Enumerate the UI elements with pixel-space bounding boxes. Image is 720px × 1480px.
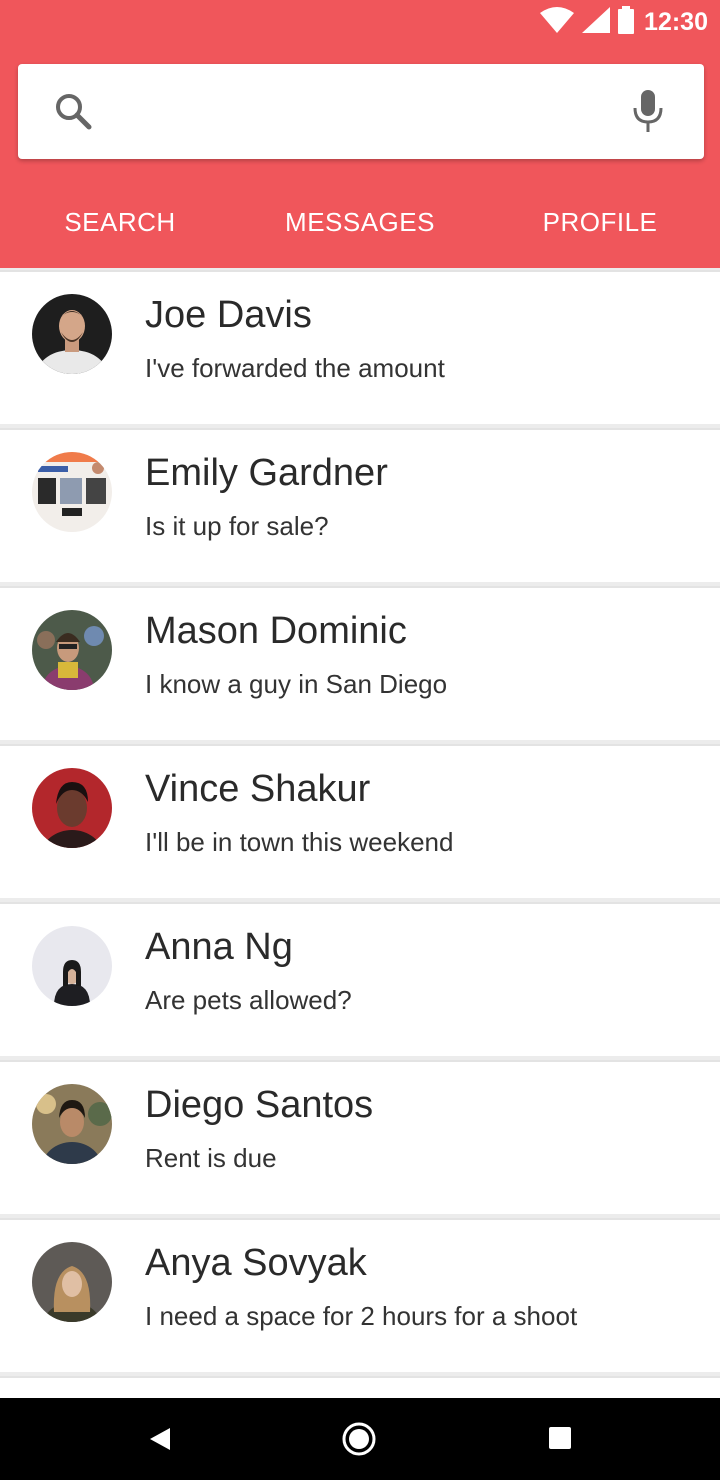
avatar	[32, 610, 112, 690]
contact-name: Vince Shakur	[145, 768, 371, 810]
cellular-signal-icon	[582, 6, 611, 38]
tab-search[interactable]: SEARCH	[0, 190, 240, 254]
tab-bar: SEARCH MESSAGES PROFILE	[0, 190, 720, 254]
contact-name: Anna Ng	[145, 926, 293, 968]
contact-name: Mason Dominic	[145, 610, 407, 652]
contact-name: Diego Santos	[145, 1084, 374, 1126]
search-icon[interactable]	[54, 92, 94, 132]
message-preview: I've forwarded the amount	[145, 353, 445, 383]
conversation-item[interactable]: Mason Dominic I know a guy in San Diego	[0, 586, 720, 740]
mic-icon[interactable]	[630, 88, 666, 134]
conversation-item[interactable]: Anya Sovyak I need a space for 2 hours f…	[0, 1218, 720, 1372]
list-item[interactable]	[0, 1376, 720, 1396]
avatar	[32, 768, 112, 848]
message-preview: I'll be in town this weekend	[145, 827, 454, 857]
avatar	[32, 1242, 112, 1322]
contact-name: Emily Gardner	[145, 452, 388, 494]
wifi-icon	[540, 6, 575, 38]
tab-messages[interactable]: MESSAGES	[240, 190, 480, 254]
avatar	[32, 1084, 112, 1164]
contact-name: Joe Davis	[145, 294, 312, 336]
status-time: 12:30	[644, 7, 708, 36]
avatar	[32, 294, 112, 374]
avatar	[32, 926, 112, 1006]
battery-icon	[618, 5, 635, 39]
app-bar: 12:30 SEARCH MESSAGES PROFILE	[0, 0, 720, 268]
conversation-item[interactable]: Vince Shakur I'll be in town this weeken…	[0, 744, 720, 898]
message-preview: Is it up for sale?	[145, 511, 329, 541]
message-preview: I need a space for 2 hours for a shoot	[145, 1301, 578, 1331]
recents-icon[interactable]	[548, 1426, 572, 1455]
message-preview: I know a guy in San Diego	[145, 669, 448, 699]
conversation-list[interactable]: Joe Davis I've forwarded the amount Emil…	[0, 268, 720, 1396]
tab-profile[interactable]: PROFILE	[480, 190, 720, 254]
message-preview: Are pets allowed?	[145, 985, 352, 1015]
conversation-item[interactable]: Emily Gardner Is it up for sale?	[0, 428, 720, 582]
contact-name: Anya Sovyak	[145, 1242, 367, 1284]
message-preview: Rent is due	[145, 1143, 277, 1173]
search-input[interactable]	[118, 86, 618, 136]
system-navigation-bar	[0, 1398, 720, 1480]
home-icon[interactable]	[342, 1422, 376, 1461]
conversation-item[interactable]: Anna Ng Are pets allowed?	[0, 902, 720, 1056]
avatar	[32, 452, 112, 532]
back-icon[interactable]	[146, 1426, 172, 1457]
search-box[interactable]	[18, 64, 704, 159]
conversation-item[interactable]: Joe Davis I've forwarded the amount	[0, 270, 720, 424]
conversation-item[interactable]: Diego Santos Rent is due	[0, 1060, 720, 1214]
status-bar: 12:30	[0, 0, 720, 44]
